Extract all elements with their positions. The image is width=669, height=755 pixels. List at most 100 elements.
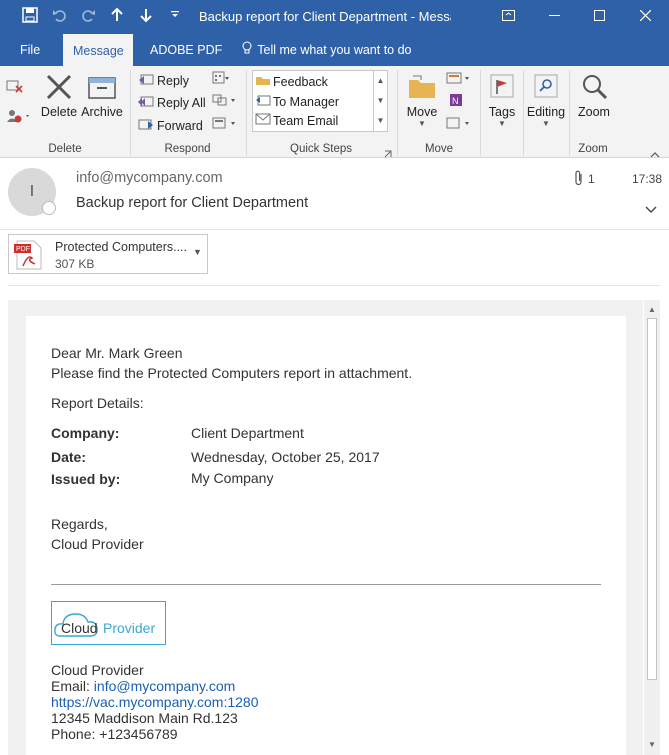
ignore-button[interactable] (6, 78, 24, 98)
actions-icon (446, 117, 474, 133)
expand-header-icon[interactable] (645, 202, 657, 217)
attachment-count: 1 (574, 170, 595, 189)
group-label-delete: Delete (48, 143, 82, 155)
reply-all-icon (138, 95, 154, 109)
close-icon[interactable] (622, 0, 668, 34)
move-dropdown-icon: ▼ (418, 119, 426, 128)
tags-button[interactable]: Tags ▼ (484, 72, 520, 128)
signature-email-line: Email: info@mycompany.com (51, 678, 235, 694)
cloud-provider-logo: Cloud Provider (51, 601, 166, 645)
more-respond-button[interactable] (212, 116, 238, 136)
down-arrow-icon[interactable] (136, 7, 156, 27)
attachment-name: Protected Computers.... (55, 240, 188, 254)
pdf-file-icon: PDF (14, 240, 44, 270)
zoom-button[interactable]: Zoom (574, 72, 614, 119)
group-label-move: Move (424, 143, 454, 155)
delete-button[interactable]: Delete (40, 72, 78, 119)
received-time: 17:38 (632, 172, 663, 186)
undo-icon[interactable] (50, 7, 70, 27)
signature-email-link[interactable]: info@mycompany.com (94, 678, 236, 694)
customize-qat-icon[interactable] (165, 7, 185, 27)
archive-icon (80, 72, 124, 105)
quick-steps-scroller[interactable]: ▲ ▼ ▼ (373, 71, 387, 131)
tab-message[interactable]: Message (63, 34, 133, 66)
detail-value: Wednesday, October 25, 2017 (191, 449, 380, 465)
signature-phone: Phone: +123456789 (51, 726, 178, 742)
quick-steps-gallery: Feedback To Manager Team Email ▲ ▼ ▼ (252, 70, 388, 132)
editing-button[interactable]: Editing ▼ (526, 72, 566, 128)
move-button[interactable]: Move ▼ (402, 72, 442, 128)
redo-icon[interactable] (78, 7, 98, 27)
scroll-down-arrow-icon[interactable]: ▼ (644, 737, 660, 753)
greeting: Dear Mr. Mark Green (51, 345, 183, 361)
ribbon-tabs: File Message ADOBE PDF Tell me what you … (0, 34, 669, 66)
actions-button[interactable] (446, 116, 474, 136)
quick-step-to-manager[interactable]: To Manager (255, 93, 339, 112)
detail-value: My Company (191, 470, 274, 486)
message-subject: Backup report for Client Department (76, 195, 309, 211)
meeting-button[interactable] (212, 71, 230, 91)
group-separator (480, 70, 481, 156)
detail-value: Client Department (191, 425, 304, 441)
sender-address[interactable]: info@mycompany.com (76, 170, 223, 186)
up-arrow-icon[interactable] (107, 7, 127, 27)
group-separator (523, 70, 524, 156)
signature-url-link[interactable]: https://vac.mycompany.com:1280 (51, 694, 259, 710)
im-button[interactable] (212, 93, 238, 113)
to-manager-icon (255, 93, 273, 112)
rules-button[interactable] (446, 71, 474, 91)
forward-label: Forward (157, 119, 203, 133)
delete-icon (40, 72, 78, 105)
cloud-logo-icon: Cloud Provider (54, 613, 155, 637)
detail-label: Company: (51, 425, 120, 441)
onenote-button[interactable]: N (446, 93, 464, 113)
tags-dropdown-icon: ▼ (498, 119, 506, 128)
flag-icon (484, 72, 520, 105)
reply-button[interactable]: Reply (138, 71, 189, 91)
scroll-up-arrow-icon[interactable]: ▲ (644, 302, 660, 318)
group-label-respond: Respond (164, 143, 211, 155)
forward-icon (138, 118, 154, 132)
junk-button[interactable] (6, 108, 32, 128)
feedback-icon (255, 73, 273, 92)
reply-label: Reply (157, 74, 189, 88)
vertical-scrollbar[interactable]: ▲ ▼ (644, 300, 660, 755)
tell-me-search[interactable]: Tell me what you want to do (232, 34, 422, 66)
zoom-icon (574, 72, 614, 105)
attachment-card[interactable]: PDF Protected Computers.... 307 KB ▼ (8, 234, 208, 274)
message-header (0, 158, 669, 230)
intro-text: Please find the Protected Computers repo… (51, 365, 413, 381)
signature-address: 12345 Maddison Main Rd.123 (51, 710, 238, 726)
zoom-label: Zoom (578, 105, 610, 119)
attachment-count-value: 1 (588, 172, 595, 186)
ribbon-display-icon[interactable] (485, 0, 531, 34)
quick-step-team-email[interactable]: Team Email (255, 112, 338, 131)
tags-label: Tags (488, 105, 516, 119)
tab-file[interactable]: File (10, 34, 50, 66)
divider (8, 285, 660, 286)
forward-button[interactable]: Forward (138, 116, 203, 136)
maximize-icon[interactable] (576, 0, 622, 34)
reply-all-button[interactable]: Reply All (138, 93, 206, 113)
title-bar: Backup report for Client Department - Me… (0, 0, 669, 34)
quick-step-label: To Manager (273, 95, 340, 109)
onenote-icon: N (446, 94, 464, 110)
scrollbar-thumb[interactable] (647, 318, 657, 680)
scroll-up-icon[interactable]: ▲ (374, 71, 387, 91)
archive-button[interactable]: Archive (80, 72, 124, 119)
gallery-more-icon[interactable]: ▼ (374, 111, 387, 131)
attachment-dropdown-icon[interactable]: ▼ (193, 247, 202, 257)
more-respond-icon (212, 117, 238, 133)
delete-label: Delete (40, 105, 78, 119)
scroll-down-icon[interactable]: ▼ (374, 91, 387, 111)
paperclip-icon (574, 170, 588, 189)
sender-name: Cloud Provider (51, 536, 144, 552)
minimize-icon[interactable] (531, 0, 577, 34)
junk-icon (6, 110, 32, 127)
detail-label: Issued by: (51, 471, 121, 487)
tab-adobe-pdf[interactable]: ADOBE PDF (140, 34, 232, 66)
save-icon[interactable] (20, 7, 40, 27)
move-folder-icon (402, 72, 442, 105)
ignore-icon (6, 80, 24, 97)
quick-step-feedback[interactable]: Feedback (255, 73, 328, 92)
